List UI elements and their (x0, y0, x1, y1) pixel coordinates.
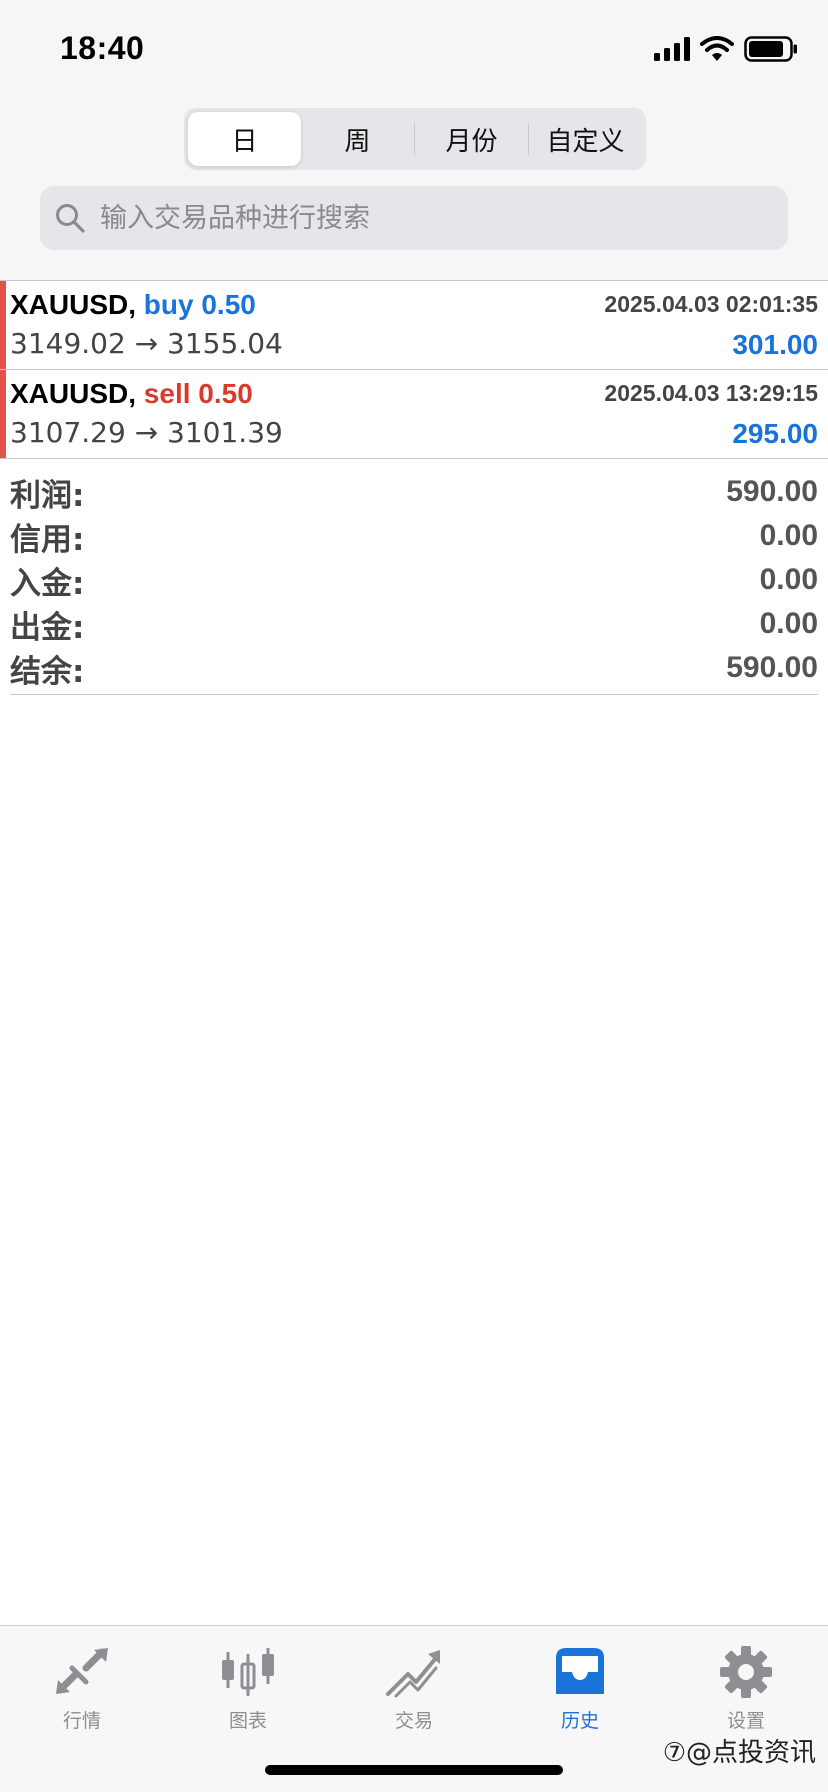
summary-label: 入金: (10, 565, 85, 602)
trade-side: buy 0.50 (143, 289, 256, 320)
gear-icon (720, 1646, 772, 1698)
trade-symbol-text: XAUUSD, (10, 289, 137, 320)
watermark: ⑦@点投资讯 (662, 1738, 816, 1768)
summary-row-deposit: 入金: 0.00 (10, 558, 818, 602)
tab-label: 设置 (726, 1710, 765, 1732)
candlestick-chart-icon (222, 1648, 274, 1696)
battery-icon (744, 36, 797, 62)
trade-list: XAUUSD, buy 0.50 2025.04.03 02:01:35 314… (0, 281, 828, 459)
tab-custom[interactable]: 自定义 (529, 112, 642, 166)
summary-label: 利润: (10, 477, 85, 514)
trade-profit: 295.00 (732, 418, 818, 449)
summary-label: 出金: (10, 609, 85, 646)
trade-side: sell 0.50 (143, 378, 253, 409)
tab-week[interactable]: 周 (301, 112, 414, 166)
quotes-arrows-icon (56, 1648, 108, 1694)
summary-label: 信用: (10, 521, 85, 558)
trade-prices: 3149.02 → 3155.04 (10, 327, 283, 360)
tab-label: 图表 (228, 1710, 267, 1732)
signal-icon (654, 37, 690, 61)
tab-charts[interactable]: 图表 (188, 1644, 308, 1744)
period-segmented-control: 日 周 月份 自定义 (184, 108, 646, 170)
trade-time: 2025.04.03 02:01:35 (604, 291, 818, 317)
summary-value: 590.00 (726, 651, 818, 684)
trade-symbol: XAUUSD, sell 0.50 (10, 378, 253, 410)
status-time: 18:40 (60, 30, 145, 66)
summary-value: 0.00 (759, 519, 818, 552)
tab-settings[interactable]: 设置 (686, 1644, 806, 1744)
tab-month[interactable]: 月份 (415, 112, 528, 166)
header-area: 18:40 日 周 月份 自定义 (0, 0, 828, 280)
summary-value: 0.00 (759, 607, 818, 640)
trade-row[interactable]: XAUUSD, sell 0.50 2025.04.03 13:29:15 31… (0, 370, 828, 459)
trade-prices: 3107.29 → 3101.39 (10, 416, 283, 449)
trade-status-bar (0, 281, 6, 369)
home-indicator (265, 1765, 563, 1775)
summary-value: 0.00 (759, 563, 818, 596)
tab-trade[interactable]: 交易 (354, 1644, 474, 1744)
status-icons (654, 34, 798, 64)
history-inbox-icon (556, 1648, 604, 1694)
trade-time: 2025.04.03 13:29:15 (604, 380, 818, 406)
tab-history[interactable]: 历史 (520, 1644, 640, 1744)
search-icon (56, 204, 85, 233)
tab-label: 行情 (62, 1710, 101, 1732)
summary-row-credit: 信用: 0.00 (10, 514, 818, 558)
summary-value: 590.00 (726, 475, 818, 508)
tab-label: 交易 (394, 1710, 433, 1732)
tab-day[interactable]: 日 (188, 112, 301, 166)
trade-row[interactable]: XAUUSD, buy 0.50 2025.04.03 02:01:35 314… (0, 281, 828, 370)
trade-symbol-text: XAUUSD, (10, 378, 137, 409)
summary-row-withdrawal: 出金: 0.00 (10, 602, 818, 646)
search-bar[interactable] (40, 186, 788, 250)
account-summary: 利润: 590.00 信用: 0.00 入金: 0.00 出金: 0.00 结余… (10, 470, 818, 695)
tab-quotes[interactable]: 行情 (22, 1644, 142, 1744)
tab-label: 历史 (560, 1710, 599, 1732)
summary-row-profit: 利润: 590.00 (10, 470, 818, 514)
trade-symbol: XAUUSD, buy 0.50 (10, 289, 256, 321)
summary-row-balance: 结余: 590.00 (10, 646, 818, 690)
status-bar: 18:40 (0, 0, 828, 100)
wifi-icon (700, 36, 734, 61)
trade-profit: 301.00 (732, 329, 818, 360)
trade-status-bar (0, 370, 6, 458)
summary-label: 结余: (10, 653, 85, 690)
search-input[interactable] (100, 202, 740, 234)
trade-trend-icon (386, 1650, 440, 1698)
